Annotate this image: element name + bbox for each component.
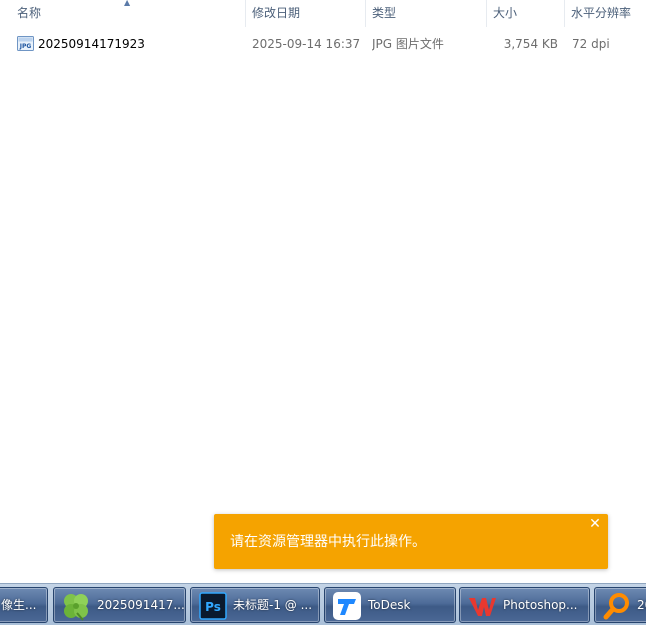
jpg-file-icon: JPG <box>17 36 34 51</box>
taskbar-item-wps-photoshop[interactable]: Photoshop... <box>459 587 590 623</box>
taskbar-item-label: ToDesk <box>368 598 411 612</box>
file-dpi: 72 dpi <box>572 37 610 51</box>
column-header-modified[interactable]: 修改日期 <box>246 0 366 27</box>
explorer-window: ▲ 名称 修改日期 类型 大小 水平分辨率 JPG 20250914171923… <box>0 0 646 625</box>
clover-icon <box>64 594 88 621</box>
toast-message: 请在资源管理器中执行此操作。 <box>230 534 426 550</box>
column-header-bar: ▲ 名称 修改日期 类型 大小 水平分辨率 <box>0 0 646 27</box>
file-row[interactable]: JPG 20250914171923 2025-09-14 16:37 JPG … <box>0 32 646 56</box>
taskbar-item-label: 未标题-1 @ ... <box>233 598 313 612</box>
taskbar-item-image-gen[interactable]: 像生... <box>0 587 48 623</box>
file-name[interactable]: 20250914171923 <box>38 32 145 56</box>
file-modified: 2025-09-14 16:37 <box>252 37 361 51</box>
taskbar-item-label: 像生... <box>1 598 37 612</box>
column-header-dpi[interactable]: 水平分辨率 <box>565 0 646 27</box>
notification-toast: 请在资源管理器中执行此操作。 ✕ <box>214 514 608 569</box>
column-header-type[interactable]: 类型 <box>366 0 487 27</box>
wps-icon <box>469 598 496 616</box>
jpg-icon-label: JPG <box>19 43 32 50</box>
taskbar-item-label: Photoshop... <box>503 598 578 612</box>
taskbar-item-photoshop-doc[interactable]: Ps 未标题-1 @ ... <box>190 587 320 623</box>
todesk-icon <box>333 592 361 620</box>
taskbar: 像生... 2025091417... Ps 未标题-1 @ ... ToDes… <box>0 583 646 625</box>
column-header-name[interactable]: 名称 <box>11 0 246 27</box>
taskbar-item-search-tool[interactable]: 20 <box>594 587 646 623</box>
taskbar-item-label: 2025091417... <box>97 598 185 612</box>
magnifier-icon <box>603 593 629 620</box>
taskbar-item-label: 20 <box>637 598 646 612</box>
photoshop-icon: Ps <box>199 592 227 620</box>
column-header-size[interactable]: 大小 <box>487 0 565 27</box>
taskbar-item-image-viewer[interactable]: 2025091417... <box>53 587 186 623</box>
taskbar-item-todesk[interactable]: ToDesk <box>324 587 456 623</box>
photoshop-icon-text: Ps <box>205 600 221 614</box>
file-type: JPG 图片文件 <box>372 37 444 51</box>
close-icon[interactable]: ✕ <box>589 517 601 531</box>
file-size: 3,754 KB <box>503 37 558 51</box>
